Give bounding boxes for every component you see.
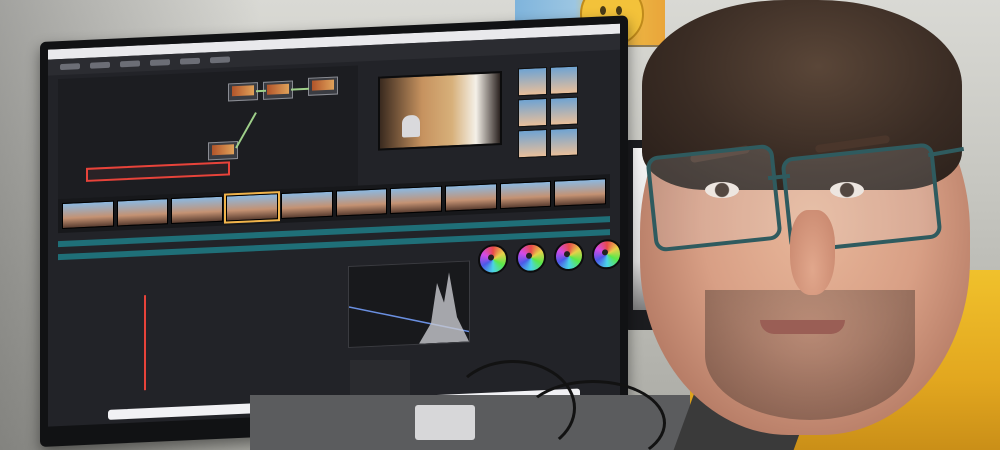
- node-thumb: [232, 85, 254, 97]
- person: [610, 0, 1000, 450]
- scope-histogram: [419, 272, 469, 344]
- node-thumb: [312, 79, 334, 91]
- node: [308, 76, 338, 96]
- gallery-still: [549, 65, 578, 95]
- node: [228, 82, 258, 102]
- video-viewer: [378, 71, 502, 151]
- photo-scene: [0, 0, 1000, 450]
- playhead: [144, 295, 146, 391]
- timeline-clip: [116, 198, 169, 227]
- node-thumb: [212, 144, 234, 156]
- viewer-subject: [402, 114, 420, 138]
- timeline-clip: [62, 200, 114, 230]
- gallery-still: [549, 127, 578, 157]
- gallery-still: [549, 96, 578, 126]
- toolbar-button: [60, 63, 80, 71]
- node: [263, 80, 293, 100]
- scope-curve: [349, 272, 469, 344]
- wheel-icon: [554, 240, 584, 272]
- toolbar-button: [210, 56, 230, 64]
- node: [208, 141, 238, 161]
- still-gallery: [518, 65, 578, 159]
- node-wire: [291, 87, 309, 91]
- timeline-clip: [499, 180, 552, 210]
- toolbar-button: [180, 57, 200, 65]
- node-thumb: [267, 83, 289, 95]
- toolbar-button: [90, 61, 110, 69]
- highlighted-field: [86, 161, 230, 182]
- color-wheels: [478, 238, 620, 315]
- wheel-icon: [516, 242, 546, 274]
- timeline-clip: [554, 178, 607, 207]
- timeline-clip: [280, 190, 333, 220]
- nose: [790, 210, 835, 295]
- timeline-clip: [444, 183, 497, 212]
- mouth: [760, 320, 845, 334]
- histogram-scope: [348, 260, 470, 349]
- timeline-clip-selected: [224, 191, 280, 224]
- stubble: [705, 290, 915, 420]
- timeline-clip: [390, 185, 442, 215]
- gallery-still: [518, 66, 547, 97]
- node-editor: [58, 65, 358, 200]
- node-wire: [235, 112, 257, 149]
- gallery-still: [518, 97, 547, 128]
- timeline-clip: [335, 188, 388, 217]
- toolbar-button: [120, 60, 140, 68]
- gallery-still: [518, 128, 547, 159]
- toolbar-button: [150, 59, 170, 67]
- wheel-icon: [478, 243, 508, 276]
- glasses-lens-left: [645, 143, 783, 253]
- timeline-clip: [171, 195, 224, 225]
